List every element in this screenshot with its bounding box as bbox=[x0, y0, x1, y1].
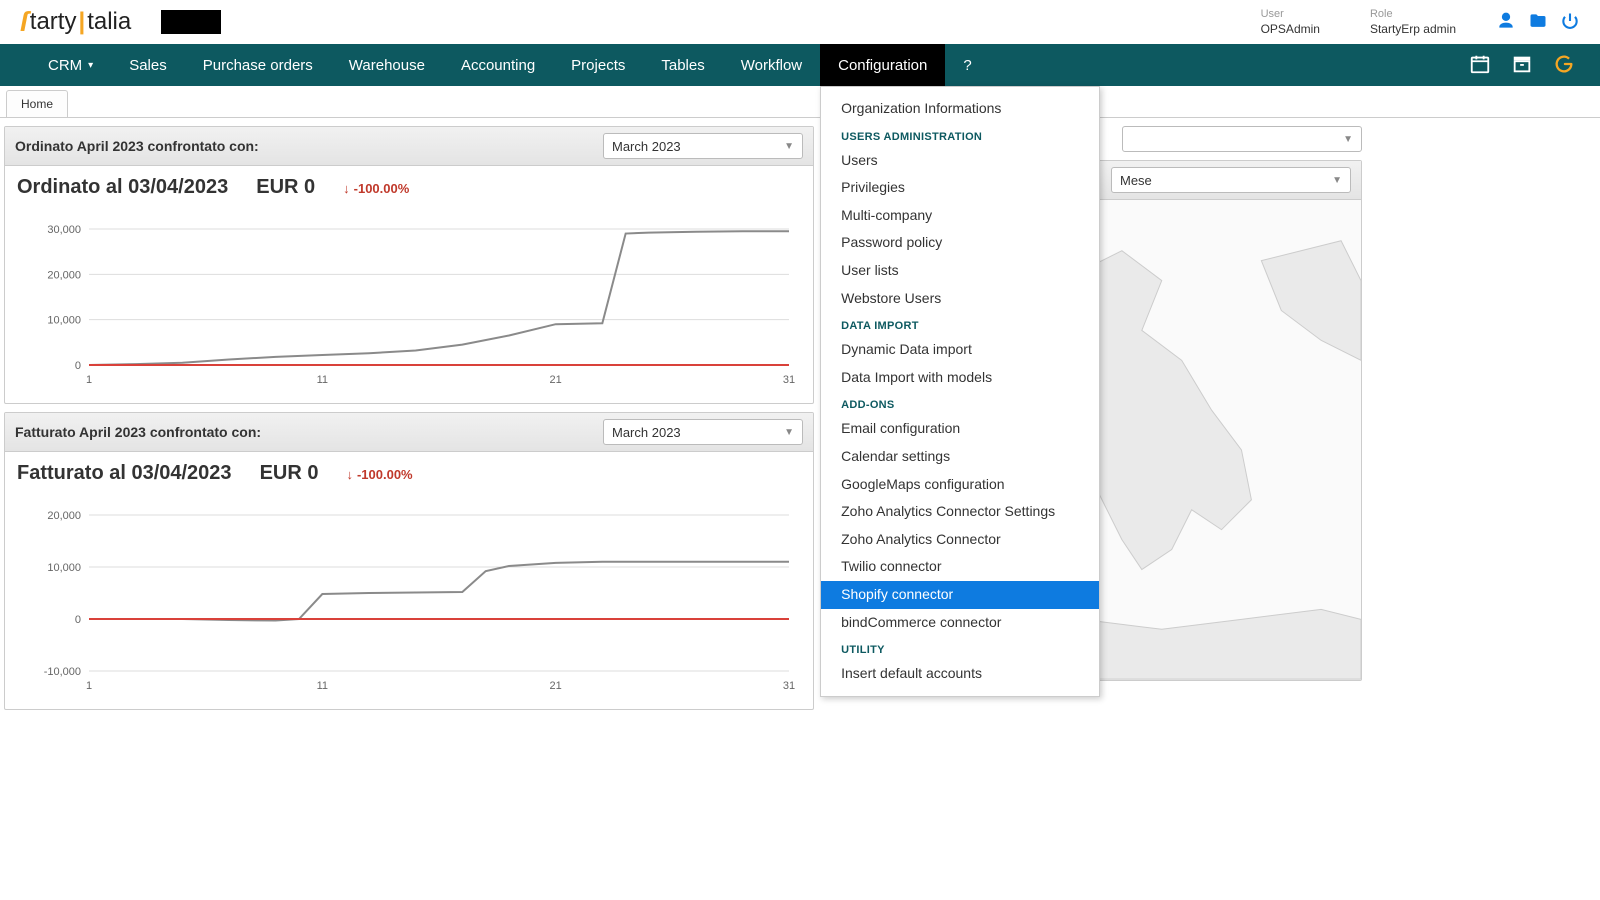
svg-text:20,000: 20,000 bbox=[47, 510, 81, 522]
dd-item[interactable]: GoogleMaps configuration bbox=[821, 471, 1099, 499]
redacted-block bbox=[161, 10, 221, 34]
dd-section-header: ADD-ONS bbox=[821, 391, 1099, 415]
svg-text:-10,000: -10,000 bbox=[44, 666, 81, 678]
folder-icon[interactable] bbox=[1528, 11, 1548, 34]
dd-section-header: USERS ADMINISTRATION bbox=[821, 123, 1099, 147]
chevron-down-icon: ▼ bbox=[784, 141, 794, 152]
svg-text:31: 31 bbox=[783, 680, 795, 692]
svg-text:1: 1 bbox=[86, 680, 92, 692]
dd-item[interactable]: Privilegies bbox=[821, 174, 1099, 202]
arrow-down-icon: ↓ bbox=[343, 181, 350, 196]
role-value: StartyErp admin bbox=[1370, 22, 1456, 36]
logo-s-glyph: ſ bbox=[20, 6, 28, 38]
archive-icon[interactable] bbox=[1511, 53, 1533, 78]
logo-text-b: talia bbox=[87, 8, 131, 36]
dd-item[interactable]: Insert default accounts bbox=[821, 660, 1099, 688]
chevron-down-icon: ▼ bbox=[784, 427, 794, 438]
svg-text:11: 11 bbox=[317, 680, 328, 692]
configuration-dropdown: Organization InformationsUSERS ADMINISTR… bbox=[820, 86, 1100, 697]
svg-text:1: 1 bbox=[86, 374, 92, 386]
nav-help[interactable]: ? bbox=[945, 44, 989, 86]
ordinato-month-select[interactable]: March 2023 ▼ bbox=[603, 133, 803, 159]
subtab-bar: Home bbox=[0, 90, 1600, 118]
ordinato-chart: 010,00020,00030,0001112131 bbox=[5, 209, 813, 403]
dd-item[interactable]: bindCommerce connector bbox=[821, 609, 1099, 637]
dd-org-info[interactable]: Organization Informations bbox=[821, 95, 1099, 123]
dd-item[interactable]: Zoho Analytics Connector Settings bbox=[821, 498, 1099, 526]
dd-item[interactable]: Shopify connector bbox=[821, 581, 1099, 609]
user-info-block: User OPSAdmin Role StartyErp admin bbox=[1261, 8, 1456, 36]
fatturato-sub-value: EUR 0 bbox=[260, 462, 319, 485]
user-label: User bbox=[1261, 8, 1320, 20]
fatturato-panel: Fatturato April 2023 confrontato con: Ma… bbox=[4, 412, 814, 710]
dd-item[interactable]: Webstore Users bbox=[821, 285, 1099, 313]
svg-text:0: 0 bbox=[75, 360, 81, 372]
dd-item[interactable]: User lists bbox=[821, 257, 1099, 285]
user-icon[interactable] bbox=[1496, 11, 1516, 34]
dd-item[interactable]: Password policy bbox=[821, 229, 1099, 257]
right-top-select[interactable]: ▼ bbox=[1122, 126, 1362, 152]
nav-sales[interactable]: Sales bbox=[111, 44, 185, 86]
power-icon[interactable] bbox=[1560, 11, 1580, 34]
dd-item[interactable]: Users bbox=[821, 147, 1099, 175]
dashboard-content: Ordinato April 2023 confrontato con: Mar… bbox=[0, 118, 1600, 718]
tab-home[interactable]: Home bbox=[6, 90, 68, 117]
svg-text:21: 21 bbox=[550, 374, 562, 386]
nav-configuration[interactable]: Configuration Organization InformationsU… bbox=[820, 44, 945, 86]
nav-projects[interactable]: Projects bbox=[553, 44, 643, 86]
nav-right-icons bbox=[1469, 44, 1600, 86]
fatturato-delta: ↓ -100.00% bbox=[346, 467, 412, 482]
dd-item[interactable]: Dynamic Data import bbox=[821, 336, 1099, 364]
dd-item[interactable]: Multi-company bbox=[821, 202, 1099, 230]
user-value: OPSAdmin bbox=[1261, 22, 1320, 36]
svg-text:0: 0 bbox=[75, 614, 81, 626]
top-header: ſ tarty | talia User OPSAdmin Role Start… bbox=[0, 0, 1600, 44]
ordinato-sub-value: EUR 0 bbox=[256, 176, 315, 199]
app-logo: ſ tarty | talia bbox=[20, 6, 131, 38]
chevron-down-icon: ▼ bbox=[1343, 134, 1353, 145]
ordinato-period-value: Mese bbox=[1120, 173, 1152, 188]
dd-section-header: UTILITY bbox=[821, 636, 1099, 660]
fatturato-sub-title: Fatturato al 03/04/2023 bbox=[17, 462, 232, 485]
fatturato-chart: -10,000010,00020,0001112131 bbox=[5, 495, 813, 709]
svg-text:21: 21 bbox=[550, 680, 562, 692]
logo-divider: | bbox=[78, 8, 85, 36]
ordinato-delta: ↓ -100.00% bbox=[343, 181, 409, 196]
fatturato-title: Fatturato April 2023 confrontato con: bbox=[15, 424, 261, 440]
role-label: Role bbox=[1370, 8, 1456, 20]
ordinato-title: Ordinato April 2023 confrontato con: bbox=[15, 138, 259, 154]
svg-text:11: 11 bbox=[317, 374, 328, 386]
dd-section-header: DATA IMPORT bbox=[821, 312, 1099, 336]
logo-text-a: tarty bbox=[30, 8, 77, 36]
svg-text:10,000: 10,000 bbox=[47, 562, 81, 574]
ordinato-panel: Ordinato April 2023 confrontato con: Mar… bbox=[4, 126, 814, 404]
calendar-icon[interactable] bbox=[1469, 53, 1491, 78]
nav-tables[interactable]: Tables bbox=[643, 44, 722, 86]
svg-text:20,000: 20,000 bbox=[47, 269, 81, 281]
fatturato-month-select[interactable]: March 2023 ▼ bbox=[603, 419, 803, 445]
svg-text:30,000: 30,000 bbox=[47, 224, 81, 236]
chevron-down-icon: ▼ bbox=[1332, 175, 1342, 186]
nav-crm[interactable]: CRM▾ bbox=[30, 44, 111, 86]
ordinato-sub-title: Ordinato al 03/04/2023 bbox=[17, 176, 228, 199]
svg-text:10,000: 10,000 bbox=[47, 315, 81, 327]
nav-purchase-orders[interactable]: Purchase orders bbox=[185, 44, 331, 86]
fatturato-month-value: March 2023 bbox=[612, 425, 681, 440]
dd-item[interactable]: Zoho Analytics Connector bbox=[821, 526, 1099, 554]
arrow-down-icon: ↓ bbox=[346, 467, 353, 482]
dd-item[interactable]: Data Import with models bbox=[821, 364, 1099, 392]
dd-item[interactable]: Twilio connector bbox=[821, 553, 1099, 581]
dd-item[interactable]: Calendar settings bbox=[821, 443, 1099, 471]
dd-item[interactable]: Email configuration bbox=[821, 415, 1099, 443]
ordinato-period-select[interactable]: Mese ▼ bbox=[1111, 167, 1351, 193]
nav-warehouse[interactable]: Warehouse bbox=[331, 44, 443, 86]
nav-workflow[interactable]: Workflow bbox=[723, 44, 820, 86]
google-icon[interactable] bbox=[1553, 53, 1575, 78]
nav-accounting[interactable]: Accounting bbox=[443, 44, 553, 86]
svg-text:31: 31 bbox=[783, 374, 795, 386]
main-navbar: CRM▾ Sales Purchase orders Warehouse Acc… bbox=[0, 44, 1600, 86]
ordinato-month-value: March 2023 bbox=[612, 139, 681, 154]
